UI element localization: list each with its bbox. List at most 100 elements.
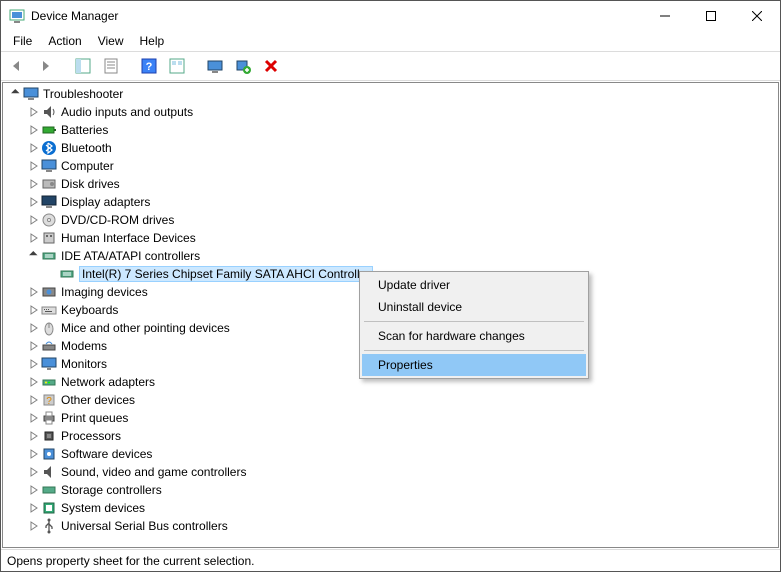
tree-category[interactable]: DVD/CD-ROM drives [3, 211, 778, 229]
ide-controller-icon [59, 266, 75, 282]
computer-icon [41, 158, 57, 174]
expander-icon[interactable] [27, 393, 41, 407]
tree-category[interactable]: Universal Serial Bus controllers [3, 517, 778, 535]
computer-icon [23, 86, 39, 102]
tree-category[interactable]: Storage controllers [3, 481, 778, 499]
keyboard-icon [41, 302, 57, 318]
expander-icon[interactable] [27, 519, 41, 533]
tree-category[interactable]: Bluetooth [3, 139, 778, 157]
tree-category-label: Batteries [61, 123, 108, 137]
tree-category-label: Computer [61, 159, 114, 173]
tree-category[interactable]: Display adapters [3, 193, 778, 211]
show-hide-tree-button[interactable] [71, 54, 95, 78]
add-legacy-hardware-button[interactable] [231, 54, 255, 78]
close-button[interactable] [734, 1, 780, 31]
expander-icon[interactable] [27, 339, 41, 353]
expander-icon[interactable] [27, 231, 41, 245]
properties-button[interactable] [99, 54, 123, 78]
expander-icon[interactable] [27, 105, 41, 119]
tree-category[interactable]: Batteries [3, 121, 778, 139]
menubar: File Action View Help [1, 31, 780, 51]
tree-category-label: Modems [61, 339, 107, 353]
tree-category-label: Audio inputs and outputs [61, 105, 193, 119]
expander-icon[interactable] [27, 285, 41, 299]
back-button[interactable] [5, 54, 29, 78]
tree-category[interactable]: Computer [3, 157, 778, 175]
window-title: Device Manager [31, 9, 642, 23]
tree-category[interactable]: Human Interface Devices [3, 229, 778, 247]
expander-icon[interactable] [27, 501, 41, 515]
tree-category[interactable]: Disk drives [3, 175, 778, 193]
uninstall-device-button[interactable] [259, 54, 283, 78]
expander-icon[interactable] [9, 87, 23, 101]
scan-hardware-button[interactable] [203, 54, 227, 78]
toolbar-separator [61, 54, 67, 78]
help-button[interactable]: ? [137, 54, 161, 78]
expander-icon[interactable] [27, 249, 41, 263]
expander-icon[interactable] [27, 483, 41, 497]
tree-category[interactable]: Sound, video and game controllers [3, 463, 778, 481]
tree-category-label: Display adapters [61, 195, 150, 209]
expander-icon[interactable] [27, 321, 41, 335]
mouse-icon [41, 320, 57, 336]
context-uninstall-device[interactable]: Uninstall device [362, 296, 586, 318]
tree-root[interactable]: Troubleshooter [3, 85, 778, 103]
display-icon [41, 194, 57, 210]
print-icon [41, 410, 57, 426]
system-icon [41, 500, 57, 516]
context-separator [364, 321, 584, 322]
expander-icon[interactable] [27, 465, 41, 479]
tree-category-label: System devices [61, 501, 145, 515]
minimize-button[interactable] [642, 1, 688, 31]
menu-file[interactable]: File [5, 32, 40, 50]
tree-category-label: Bluetooth [61, 141, 112, 155]
network-icon [41, 374, 57, 390]
context-separator [364, 350, 584, 351]
tree-category-label: Disk drives [61, 177, 120, 191]
tree-category[interactable]: Software devices [3, 445, 778, 463]
expander-icon[interactable] [27, 159, 41, 173]
titlebar: Device Manager [1, 1, 780, 31]
expander-icon[interactable] [27, 141, 41, 155]
expander-icon[interactable] [27, 375, 41, 389]
bluetooth-icon [41, 140, 57, 156]
tree-category-label: Processors [61, 429, 121, 443]
tree-category[interactable]: Audio inputs and outputs [3, 103, 778, 121]
tree-category-label: Keyboards [61, 303, 118, 317]
tree-root-label: Troubleshooter [43, 87, 123, 101]
context-scan-hardware[interactable]: Scan for hardware changes [362, 325, 586, 347]
software-icon [41, 446, 57, 462]
expander-icon[interactable] [27, 303, 41, 317]
tree-category[interactable]: Processors [3, 427, 778, 445]
other-icon: ? [41, 392, 57, 408]
expander-icon[interactable] [27, 213, 41, 227]
expander-icon[interactable] [27, 357, 41, 371]
expander-icon[interactable] [27, 411, 41, 425]
tree-category[interactable]: System devices [3, 499, 778, 517]
menu-action[interactable]: Action [40, 32, 89, 50]
dvd-icon [41, 212, 57, 228]
storage-icon [41, 482, 57, 498]
svg-text:?: ? [46, 396, 52, 407]
tree-category-label: Mice and other pointing devices [61, 321, 230, 335]
tree-category-label: Human Interface Devices [61, 231, 196, 245]
tree-category-label: IDE ATA/ATAPI controllers [61, 249, 200, 263]
tree-category[interactable]: ?Other devices [3, 391, 778, 409]
app-icon [9, 8, 25, 24]
maximize-button[interactable] [688, 1, 734, 31]
expander-icon[interactable] [27, 447, 41, 461]
context-properties[interactable]: Properties [362, 354, 586, 376]
battery-icon [41, 122, 57, 138]
expander-icon[interactable] [27, 429, 41, 443]
menu-view[interactable]: View [90, 32, 132, 50]
expander-icon[interactable] [27, 123, 41, 137]
tree-category[interactable]: Print queues [3, 409, 778, 427]
menu-help[interactable]: Help [132, 32, 173, 50]
view-button[interactable] [165, 54, 189, 78]
tree-category[interactable]: IDE ATA/ATAPI controllers [3, 247, 778, 265]
context-update-driver[interactable]: Update driver [362, 274, 586, 296]
expander-icon[interactable] [27, 177, 41, 191]
expander-icon[interactable] [27, 195, 41, 209]
tree-category-label: Sound, video and game controllers [61, 465, 246, 479]
forward-button[interactable] [33, 54, 57, 78]
